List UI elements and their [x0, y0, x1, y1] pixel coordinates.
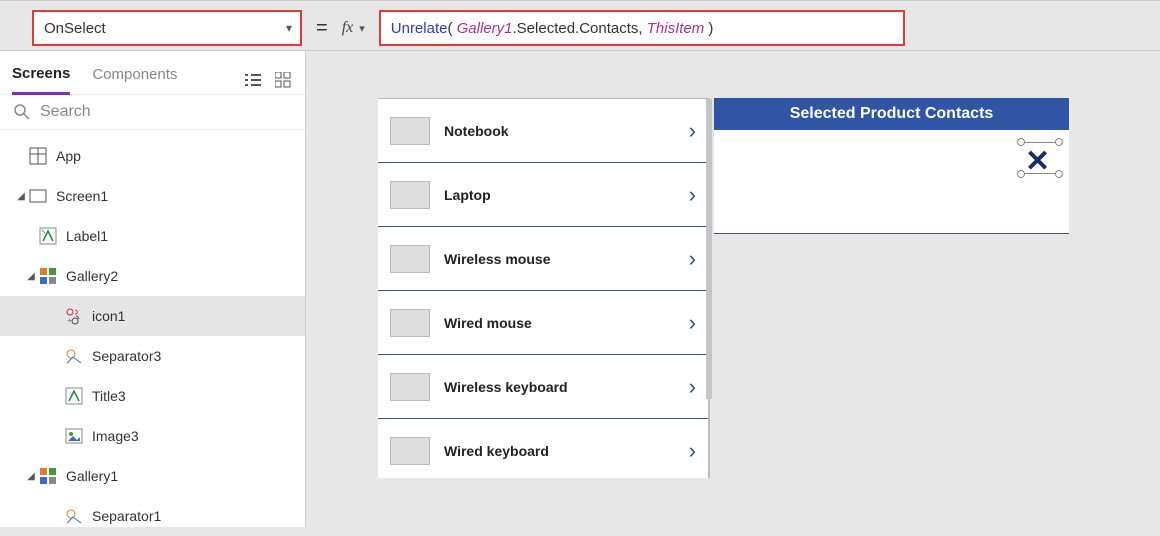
- tree-item-title3[interactable]: Title3: [0, 376, 305, 416]
- formula-function: Unrelate: [391, 20, 448, 37]
- resize-handle[interactable]: [1017, 170, 1025, 178]
- list-item[interactable]: Wired keyboard ›: [378, 419, 708, 483]
- list-item[interactable]: Notebook ›: [378, 99, 708, 163]
- tree-tabs: Screens Components: [0, 51, 305, 95]
- caret-down-icon: ◢: [24, 471, 38, 482]
- list-item[interactable]: Wireless mouse ›: [378, 227, 708, 291]
- tree-view: App ◢ Screen1 Label1 ◢ Gallery2 +: [0, 130, 305, 536]
- image-icon: [64, 426, 84, 446]
- grid-view-icon[interactable]: [275, 72, 291, 88]
- divider: [0, 0, 1160, 1]
- product-thumbnail: [390, 373, 430, 401]
- product-thumbnail: [390, 245, 430, 273]
- chevron-right-icon[interactable]: ›: [689, 374, 696, 400]
- cancel-x-icon: ✕: [1025, 144, 1050, 179]
- svg-text:+: +: [67, 316, 72, 325]
- formula-arg1-obj: Gallery1: [457, 20, 513, 37]
- chevron-right-icon[interactable]: ›: [689, 246, 696, 272]
- scrollbar[interactable]: [706, 99, 712, 399]
- product-name: Wireless mouse: [444, 251, 689, 267]
- chevron-right-icon[interactable]: ›: [689, 182, 696, 208]
- product-thumbnail: [390, 437, 430, 465]
- product-name: Wireless keyboard: [444, 379, 689, 395]
- resize-handle[interactable]: [1055, 170, 1063, 178]
- tree-item-screen1[interactable]: ◢ Screen1: [0, 176, 305, 216]
- canvas-area: Notebook › Laptop › Wireless mouse › Wir…: [306, 51, 1160, 527]
- chevron-right-icon[interactable]: ›: [689, 310, 696, 336]
- list-item[interactable]: Wireless keyboard ›: [378, 355, 708, 419]
- product-name: Wired mouse: [444, 315, 689, 331]
- property-selector[interactable]: OnSelect ▾: [32, 10, 302, 46]
- tree-item-separator3[interactable]: Separator3: [0, 336, 305, 376]
- formula-arg2: ThisItem: [647, 20, 705, 37]
- search-input[interactable]: Search: [0, 95, 305, 130]
- separator-icon: [64, 346, 84, 366]
- contacts-panel: Selected Product Contacts ✕: [714, 98, 1069, 234]
- list-item[interactable]: Laptop ›: [378, 163, 708, 227]
- separator-icon: [64, 506, 84, 526]
- tree-item-gallery2[interactable]: ◢ Gallery2: [0, 256, 305, 296]
- gallery-icon: [38, 266, 58, 286]
- tree-item-image3[interactable]: Image3: [0, 416, 305, 456]
- tree-item-separator1[interactable]: Separator1: [0, 496, 305, 536]
- chevron-down-icon[interactable]: ▾: [359, 22, 365, 35]
- chevron-right-icon[interactable]: ›: [689, 438, 696, 464]
- contacts-header: Selected Product Contacts: [714, 98, 1069, 130]
- formula-arg1-rest: .Selected.Contacts,: [513, 20, 643, 37]
- screen-icon: [28, 186, 48, 206]
- tree-item-gallery1[interactable]: ◢ Gallery1: [0, 456, 305, 496]
- formula-punct: (: [447, 20, 456, 37]
- formula-close: ): [704, 20, 713, 37]
- tab-components[interactable]: Components: [92, 66, 177, 93]
- product-name: Wired keyboard: [444, 443, 689, 459]
- chevron-right-icon[interactable]: ›: [689, 118, 696, 144]
- caret-down-icon: ◢: [14, 191, 28, 202]
- search-placeholder: Search: [40, 103, 91, 121]
- resize-handle[interactable]: [1017, 138, 1025, 146]
- formula-input[interactable]: Unrelate ( Gallery1 .Selected.Contacts, …: [379, 10, 905, 46]
- equals-sign: =: [316, 17, 328, 40]
- product-gallery[interactable]: Notebook › Laptop › Wireless mouse › Wir…: [378, 98, 710, 478]
- tab-screens[interactable]: Screens: [12, 65, 70, 95]
- property-name: OnSelect: [44, 20, 106, 37]
- tree-item-icon1[interactable]: + icon1: [0, 296, 305, 336]
- resize-handle[interactable]: [1055, 138, 1063, 146]
- contacts-gallery[interactable]: ✕: [714, 130, 1069, 234]
- list-view-icon[interactable]: [245, 72, 261, 88]
- product-thumbnail: [390, 181, 430, 209]
- product-name: Laptop: [444, 187, 689, 203]
- label-icon: [64, 386, 84, 406]
- search-icon: [14, 104, 30, 120]
- selected-control-icon1[interactable]: ✕: [1017, 138, 1063, 178]
- caret-down-icon: ◢: [24, 271, 38, 282]
- chevron-down-icon: ▾: [286, 21, 292, 35]
- app-icon: [28, 146, 48, 166]
- product-name: Notebook: [444, 123, 689, 139]
- group-icon: +: [64, 306, 84, 326]
- tree-item-label1[interactable]: Label1: [0, 216, 305, 256]
- product-thumbnail: [390, 117, 430, 145]
- gallery-icon: [38, 466, 58, 486]
- formula-bar: OnSelect ▾ = fx ▾ Unrelate ( Gallery1 .S…: [0, 8, 1160, 48]
- fx-icon[interactable]: fx: [342, 19, 354, 37]
- list-item[interactable]: Wired mouse ›: [378, 291, 708, 355]
- tree-view-panel: Screens Components Search App ◢: [0, 51, 306, 527]
- product-thumbnail: [390, 309, 430, 337]
- label-icon: [38, 226, 58, 246]
- tree-item-app[interactable]: App: [0, 136, 305, 176]
